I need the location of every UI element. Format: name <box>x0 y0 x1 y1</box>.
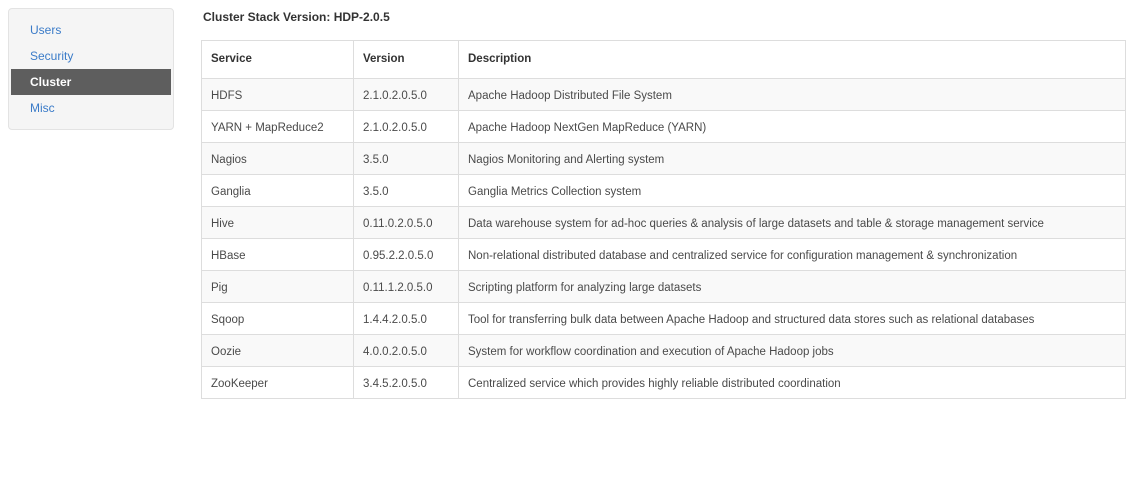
table-row: Nagios 3.5.0 Nagios Monitoring and Alert… <box>201 142 1126 175</box>
service-description: Ganglia Metrics Collection system <box>458 174 1126 207</box>
service-version: 3.4.5.2.0.5.0 <box>353 366 459 399</box>
sidebar-item-cluster[interactable]: Cluster <box>11 69 171 95</box>
service-version: 3.5.0 <box>353 142 459 175</box>
table-row: YARN + MapReduce2 2.1.0.2.0.5.0 Apache H… <box>201 110 1126 143</box>
service-name: HBase <box>201 238 354 271</box>
service-name: YARN + MapReduce2 <box>201 110 354 143</box>
sidebar-nav: Users Security Cluster Misc <box>8 8 174 130</box>
service-name: HDFS <box>201 78 354 111</box>
service-version: 1.4.4.2.0.5.0 <box>353 302 459 335</box>
service-version: 0.11.0.2.0.5.0 <box>353 206 459 239</box>
service-version: 2.1.0.2.0.5.0 <box>353 78 459 111</box>
service-name: Nagios <box>201 142 354 175</box>
header-version: Version <box>353 40 459 79</box>
table-row: Hive 0.11.0.2.0.5.0 Data warehouse syste… <box>201 206 1126 239</box>
service-name: ZooKeeper <box>201 366 354 399</box>
service-version: 4.0.0.2.0.5.0 <box>353 334 459 367</box>
service-description: System for workflow coordination and exe… <box>458 334 1126 367</box>
table-row: HBase 0.95.2.2.0.5.0 Non-relational dist… <box>201 238 1126 271</box>
service-version: 2.1.0.2.0.5.0 <box>353 110 459 143</box>
service-name: Hive <box>201 206 354 239</box>
service-name: Oozie <box>201 334 354 367</box>
service-description: Data warehouse system for ad-hoc queries… <box>458 206 1126 239</box>
service-name: Pig <box>201 270 354 303</box>
service-version: 3.5.0 <box>353 174 459 207</box>
service-description: Non-relational distributed database and … <box>458 238 1126 271</box>
service-description: Tool for transferring bulk data between … <box>458 302 1126 335</box>
services-table: Service Version Description HDFS 2.1.0.2… <box>201 40 1126 399</box>
header-description: Description <box>458 40 1126 79</box>
service-version: 0.95.2.2.0.5.0 <box>353 238 459 271</box>
service-description: Nagios Monitoring and Alerting system <box>458 142 1126 175</box>
service-description: Apache Hadoop NextGen MapReduce (YARN) <box>458 110 1126 143</box>
table-row: Ganglia 3.5.0 Ganglia Metrics Collection… <box>201 174 1126 207</box>
service-description: Scripting platform for analyzing large d… <box>458 270 1126 303</box>
sidebar-item-misc[interactable]: Misc <box>9 95 173 121</box>
service-name: Sqoop <box>201 302 354 335</box>
table-row: ZooKeeper 3.4.5.2.0.5.0 Centralized serv… <box>201 366 1126 399</box>
table-row: Sqoop 1.4.4.2.0.5.0 Tool for transferrin… <box>201 302 1126 335</box>
table-header-row: Service Version Description <box>201 40 1126 79</box>
main-content: Cluster Stack Version: HDP-2.0.5 Service… <box>201 0 1126 399</box>
service-description: Apache Hadoop Distributed File System <box>458 78 1126 111</box>
table-row: HDFS 2.1.0.2.0.5.0 Apache Hadoop Distrib… <box>201 78 1126 111</box>
stack-version-title: Cluster Stack Version: HDP-2.0.5 <box>203 10 390 24</box>
sidebar-item-security[interactable]: Security <box>9 43 173 69</box>
table-row: Pig 0.11.1.2.0.5.0 Scripting platform fo… <box>201 270 1126 303</box>
sidebar-item-users[interactable]: Users <box>9 17 173 43</box>
service-description: Centralized service which provides highl… <box>458 366 1126 399</box>
table-row: Oozie 4.0.0.2.0.5.0 System for workflow … <box>201 334 1126 367</box>
service-name: Ganglia <box>201 174 354 207</box>
admin-page: Users Security Cluster Misc Cluster Stac… <box>0 0 1134 492</box>
header-service: Service <box>201 40 354 79</box>
service-version: 0.11.1.2.0.5.0 <box>353 270 459 303</box>
